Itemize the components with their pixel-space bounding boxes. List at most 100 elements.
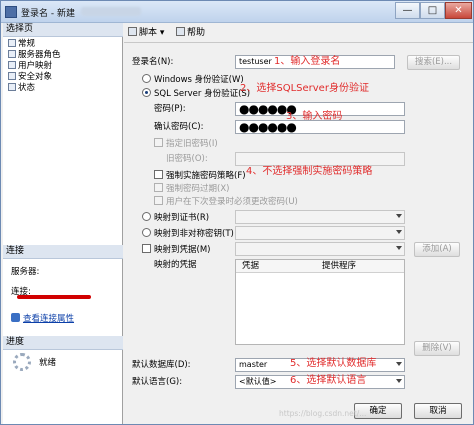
annotation-6: 6、选择默认语言 — [290, 375, 367, 386]
map-asym-key-radio[interactable] — [142, 228, 151, 237]
minimize-button[interactable]: — — [395, 2, 420, 19]
default-db-value: master — [239, 360, 268, 369]
chevron-down-icon — [396, 379, 402, 383]
map-cert-label: 映射到证书(R) — [154, 213, 210, 223]
maximize-button[interactable]: □ — [420, 2, 445, 19]
must-change-option: 用户在下次登录时必须更改密码(U) — [154, 196, 298, 208]
default-lang-label: 默认语言(G): — [132, 377, 183, 387]
windows-auth-label: Windows 身份验证(W) — [154, 75, 244, 85]
enforce-expiration-label: 强制密码过期(X) — [166, 184, 230, 194]
mapped-credentials-label: 映射的凭据 — [154, 260, 197, 270]
must-change-checkbox — [154, 196, 163, 205]
map-credential-checkbox[interactable] — [142, 244, 151, 253]
page-item-server-roles[interactable]: 服务器角色 — [3, 50, 123, 61]
map-asym-key-label: 映射到非对称密钥(T) — [154, 229, 234, 239]
script-button[interactable]: 脚本 ▾ — [128, 27, 164, 40]
pages-list: 常规 服务器角色 用户映射 安全对象 状态 — [3, 39, 123, 94]
watermark: https://blog.csdn.net/... — [279, 409, 367, 418]
map-asym-key-option[interactable]: 映射到非对称密钥(T) — [142, 228, 234, 240]
page-icon — [8, 72, 16, 80]
password-label: 密码(P): — [154, 104, 186, 114]
page-icon — [8, 61, 16, 69]
chevron-down-icon — [396, 230, 402, 234]
enforce-expiration-option: 强制密码过期(X) — [154, 183, 229, 195]
cancel-button[interactable]: 取消 — [414, 403, 462, 419]
chevron-down-icon — [396, 214, 402, 218]
page-icon — [8, 83, 16, 91]
annotation-4: 4、不选择强制实施密码策略 — [246, 166, 373, 177]
progress-spinner-icon — [13, 353, 31, 371]
sql-auth-option[interactable]: SQL Server 身份验证(S) — [142, 88, 250, 100]
map-cert-option[interactable]: 映射到证书(R) — [142, 212, 209, 224]
confirm-password-input[interactable]: ●●●●●● — [235, 120, 405, 134]
chevron-down-icon — [396, 362, 402, 366]
confirm-password-label: 确认密码(C): — [154, 122, 204, 132]
connection-redaction — [17, 295, 91, 299]
remove-credential-button[interactable]: 删除(V) — [414, 341, 460, 356]
windows-auth-radio[interactable] — [142, 74, 151, 83]
help-label: 帮助 — [187, 28, 206, 38]
confirm-password-dots: ●●●●●● — [239, 120, 297, 134]
enforce-expiration-checkbox — [154, 183, 163, 192]
sql-auth-label: SQL Server 身份验证(S) — [154, 89, 251, 99]
page-label: 常规 — [18, 39, 36, 49]
title-bar: 登录名 - 新建 — □ ✕ — [1, 1, 473, 23]
cert-dropdown — [235, 210, 405, 224]
page-label: 服务器角色 — [18, 50, 61, 60]
enforce-policy-checkbox[interactable] — [154, 170, 163, 179]
properties-icon — [11, 313, 20, 322]
add-credential-button[interactable]: 添加(A) — [414, 242, 460, 257]
credentials-grid[interactable]: 凭据 提供程序 — [235, 259, 405, 345]
enforce-policy-option[interactable]: 强制实施密码策略(F) — [154, 170, 246, 182]
specify-old-password-option: 指定旧密码(I) — [154, 138, 218, 150]
page-icon — [8, 50, 16, 58]
page-label: 安全对象 — [18, 72, 53, 82]
map-credential-option[interactable]: 映射到凭据(M) — [142, 244, 210, 256]
page-label: 用户映射 — [18, 61, 53, 71]
page-item-securables[interactable]: 安全对象 — [3, 72, 123, 83]
toolbar: 脚本 ▾ 帮助 — [124, 25, 473, 43]
progress-header: 进度 — [3, 336, 123, 350]
map-cert-radio[interactable] — [142, 212, 151, 221]
login-name-label: 登录名(N): — [132, 57, 174, 67]
script-icon — [128, 27, 137, 36]
title-blur — [81, 7, 141, 16]
specify-old-password-label: 指定旧密码(I) — [166, 139, 218, 149]
credential-dropdown — [235, 242, 405, 256]
specify-old-password-checkbox — [154, 138, 163, 147]
annotation-2: 2、选择SQLServer身份验证 — [240, 83, 369, 94]
grid-col-provider: 提供程序 — [322, 261, 357, 271]
default-db-label: 默认数据库(D): — [132, 360, 191, 370]
page-item-general[interactable]: 常规 — [3, 39, 123, 50]
sql-auth-radio[interactable] — [142, 88, 151, 97]
map-credential-label: 映射到凭据(M) — [154, 245, 211, 255]
close-button[interactable]: ✕ — [445, 2, 472, 19]
app-icon — [5, 6, 17, 18]
old-password-input — [235, 152, 405, 166]
progress-status: 就绪 — [39, 358, 57, 368]
page-icon — [8, 39, 16, 47]
page-item-user-mapping[interactable]: 用户映射 — [3, 61, 123, 72]
help-button[interactable]: 帮助 — [176, 27, 205, 40]
script-label: 脚本 — [139, 28, 158, 38]
login-new-window: 登录名 - 新建 — □ ✕ 选择页 常规 服务器角色 用户映射 安全对象 状态… — [0, 0, 474, 425]
grid-col-credential: 凭据 — [242, 261, 260, 271]
server-label: 服务器: — [11, 267, 40, 277]
pages-header: 选择页 — [3, 23, 123, 37]
left-panel: 选择页 常规 服务器角色 用户映射 安全对象 状态 连接 服务器: 连接: 查看… — [3, 23, 123, 424]
main-panel: 脚本 ▾ 帮助 登录名(N): testuser 1、输入登录名 搜索(E)..… — [124, 23, 473, 424]
asym-key-dropdown — [235, 226, 405, 240]
help-icon — [176, 27, 185, 36]
chevron-down-icon — [396, 246, 402, 250]
page-label: 状态 — [18, 83, 36, 93]
search-button[interactable]: 搜索(E)... — [407, 55, 460, 70]
view-connection-properties-link[interactable]: 查看连接属性 — [11, 312, 74, 324]
old-password-label: 旧密码(O): — [166, 154, 208, 164]
must-change-label: 用户在下次登录时必须更改密码(U) — [166, 197, 298, 207]
windows-auth-option[interactable]: Windows 身份验证(W) — [142, 74, 244, 86]
page-item-status[interactable]: 状态 — [3, 83, 123, 94]
grid-header: 凭据 提供程序 — [236, 260, 404, 273]
enforce-policy-label: 强制实施密码策略(F) — [166, 171, 246, 181]
connection-header: 连接 — [3, 245, 123, 259]
annotation-5: 5、选择默认数据库 — [290, 358, 377, 369]
